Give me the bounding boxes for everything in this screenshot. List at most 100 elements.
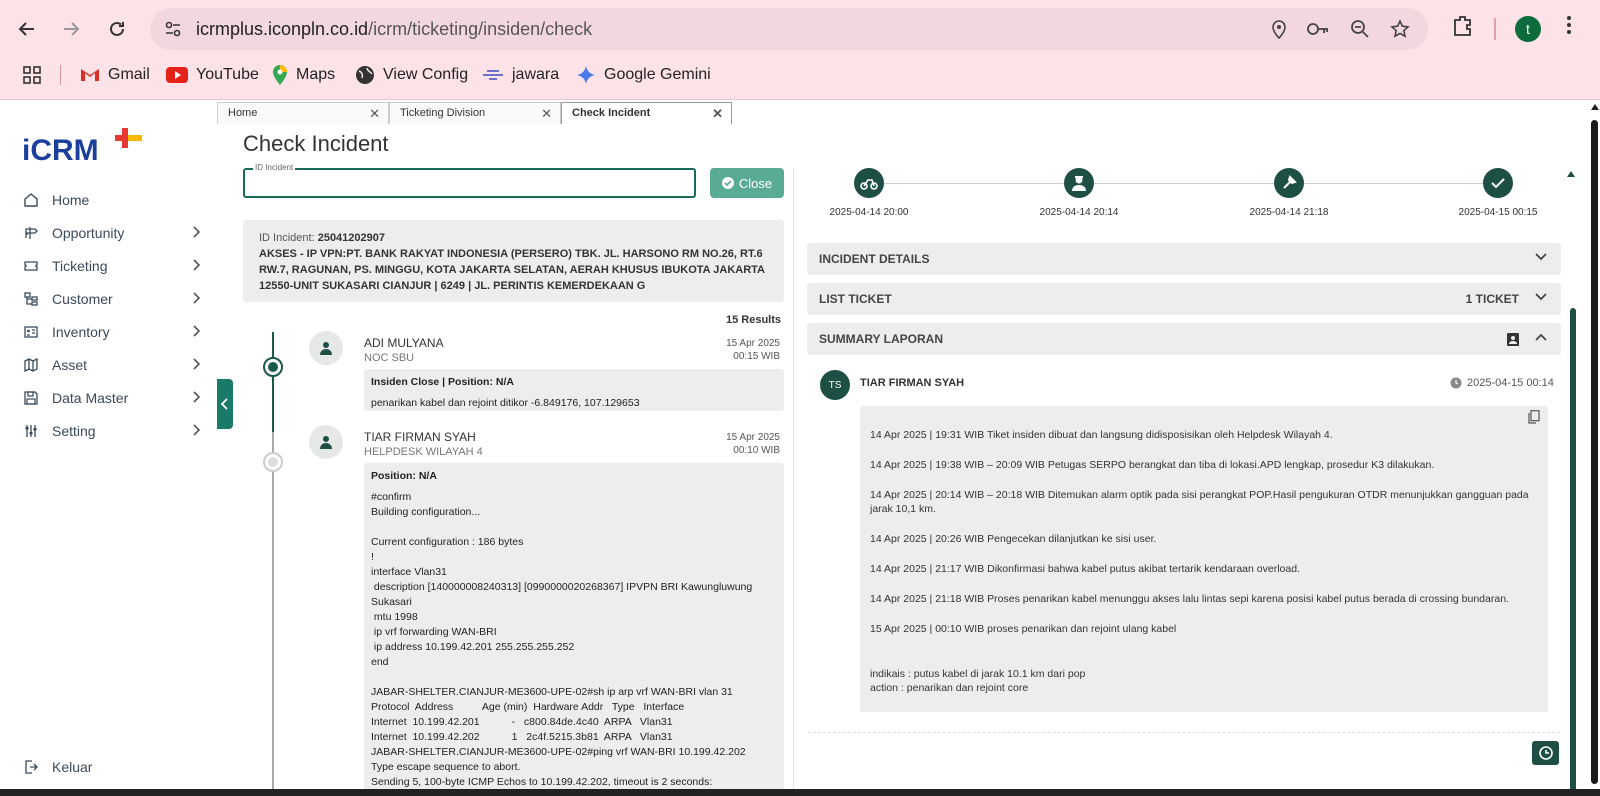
step-arrive xyxy=(1064,168,1094,198)
close-icon[interactable]: ✕ xyxy=(369,106,380,122)
right-pane-scroll-thumb[interactable] xyxy=(1570,308,1576,796)
page-scrollbar[interactable] xyxy=(1589,100,1600,796)
scroll-up-arrow-icon[interactable] xyxy=(1591,104,1599,110)
close-icon[interactable]: ✕ xyxy=(541,106,552,122)
browser-menu-icon[interactable] xyxy=(1566,14,1572,36)
sidebar-item-asset[interactable]: Asset xyxy=(24,354,204,376)
url-text[interactable]: icrmplus.iconpln.co.id/icrm/ticketing/in… xyxy=(196,19,592,40)
copy-icon[interactable] xyxy=(1528,410,1540,424)
address-bar[interactable]: icrmplus.iconpln.co.id/icrm/ticketing/in… xyxy=(150,8,1428,50)
close-icon[interactable]: ✕ xyxy=(712,106,723,122)
bookmark-jawara[interactable]: jawara xyxy=(482,60,559,90)
logout-label: Keluar xyxy=(52,759,93,775)
accordion-summary-laporan[interactable]: SUMMARY LAPORAN xyxy=(807,323,1561,355)
summary-line: 14 Apr 2025 | 21:17 WIB Dikonfirmasi bah… xyxy=(870,563,1300,575)
location-pin-icon[interactable] xyxy=(1270,19,1288,39)
extensions-icon[interactable] xyxy=(1452,14,1474,38)
id-incident-input[interactable] xyxy=(245,170,694,196)
tab-check-incident[interactable]: Check Incident ✕ xyxy=(561,102,732,124)
gmail-icon xyxy=(81,69,99,81)
tab-ticketing-division[interactable]: Ticketing Division ✕ xyxy=(389,102,561,124)
check-icon xyxy=(1491,178,1505,189)
summary-author-avatar: TS xyxy=(820,370,850,400)
sidebar-item-label: Opportunity xyxy=(52,225,125,241)
entry-author-name: ADI MULYANA xyxy=(364,336,444,350)
accordion-incident-details[interactable]: INCIDENT DETAILS xyxy=(807,243,1561,275)
gemini-sparkle-icon xyxy=(577,66,595,84)
chevron-up-icon xyxy=(1535,333,1547,341)
sidebar-item-home[interactable]: Home xyxy=(24,189,204,211)
sidebar-collapse-button[interactable] xyxy=(217,379,233,429)
bookmark-star-icon[interactable] xyxy=(1390,19,1410,39)
tab-home[interactable]: Home ✕ xyxy=(217,102,389,124)
forward-arrow-icon xyxy=(64,22,80,36)
user-avatar xyxy=(309,331,343,365)
id-card-icon xyxy=(24,325,42,339)
refresh-report-button[interactable] xyxy=(1532,741,1559,765)
id-incident-field[interactable]: ID Incident xyxy=(243,163,696,198)
sidebar-item-ticketing[interactable]: Ticketing xyxy=(24,255,204,277)
id-incident-label: ID Incident xyxy=(253,163,296,172)
user-icon xyxy=(320,342,332,355)
home-icon xyxy=(24,193,42,207)
incident-info-card: ID Incident: 25041202907 AKSES - IP VPN:… xyxy=(243,220,784,302)
chevron-right-icon xyxy=(193,391,200,403)
browser-chrome: icrmplus.iconpln.co.id/icrm/ticketing/in… xyxy=(0,0,1600,100)
zoom-icon[interactable] xyxy=(1350,19,1370,39)
user-avatar xyxy=(309,425,343,459)
entry-date: 15 Apr 2025 00:15 WIB xyxy=(680,337,780,363)
sidebar-item-data-master[interactable]: Data Master xyxy=(24,387,204,409)
step-date: 2025-04-14 20:14 xyxy=(1039,207,1119,218)
chevron-down-icon xyxy=(1535,293,1547,301)
url-path: /icrm/ticketing/insiden/check xyxy=(368,19,593,39)
youtube-icon xyxy=(166,67,188,83)
reload-button[interactable] xyxy=(102,14,132,44)
sidebar: iCRM Home Opportunity Ticketing Customer… xyxy=(0,100,216,796)
sidebar-item-setting[interactable]: Setting xyxy=(24,420,204,442)
summary-time-text: 2025-04-15 00:14 xyxy=(1467,377,1554,389)
page-scroll-thumb[interactable] xyxy=(1591,120,1598,784)
close-button[interactable]: Close xyxy=(710,168,784,198)
results-count: 15 Results xyxy=(725,314,781,326)
entry-date-day: 15 Apr 2025 xyxy=(726,338,780,349)
bookmark-label: Gmail xyxy=(108,66,150,83)
bookmark-maps[interactable]: Maps xyxy=(272,60,335,90)
entry-date-day: 15 Apr 2025 xyxy=(726,432,780,443)
summary-report-box: 14 Apr 2025 | 19:31 WIB Tiket insiden di… xyxy=(860,406,1548,712)
signpost-icon xyxy=(24,226,42,240)
profile-avatar[interactable]: t xyxy=(1515,16,1541,42)
bookmark-label: View Config xyxy=(383,66,469,83)
apps-grid-button[interactable] xyxy=(22,60,50,90)
tab-label: Check Incident xyxy=(572,107,651,119)
back-button[interactable] xyxy=(12,14,42,44)
logout-button[interactable]: Keluar xyxy=(24,756,204,778)
url-host: icrmplus.iconpln.co.id xyxy=(196,19,369,39)
sidebar-item-customer[interactable]: Customer xyxy=(24,288,204,310)
svg-text:iCRM: iCRM xyxy=(22,134,99,164)
forward-button[interactable] xyxy=(56,14,86,44)
bookmark-gemini[interactable]: Google Gemini xyxy=(576,60,711,90)
icrm-logo: iCRM xyxy=(22,128,142,164)
chevron-right-icon xyxy=(193,325,200,337)
progress-steps-line xyxy=(869,183,1499,184)
tab-label: Ticketing Division xyxy=(400,107,486,119)
chevron-right-icon xyxy=(193,292,200,304)
report-badge-icon xyxy=(1507,333,1519,346)
maps-icon xyxy=(273,65,287,85)
site-info-icon[interactable] xyxy=(164,20,182,38)
jawara-icon xyxy=(483,70,503,80)
entry-author-name: TIAR FIRMAN SYAH xyxy=(364,430,476,444)
bookmark-gmail[interactable]: Gmail xyxy=(80,60,150,90)
chevron-right-icon xyxy=(193,424,200,436)
password-key-icon[interactable] xyxy=(1306,19,1330,39)
sidebar-item-opportunity[interactable]: Opportunity xyxy=(24,222,204,244)
sidebar-item-inventory[interactable]: Inventory xyxy=(24,321,204,343)
incident-id-label: ID Incident: xyxy=(259,232,315,244)
incident-id-value: 25041202907 xyxy=(317,232,385,244)
chevron-right-icon xyxy=(193,358,200,370)
bookmark-view-config[interactable]: View Config xyxy=(355,60,468,90)
accordion-list-ticket[interactable]: LIST TICKET 1 TICKET xyxy=(807,283,1561,315)
entry-date: 15 Apr 2025 00:10 WIB xyxy=(680,431,780,457)
bookmark-youtube[interactable]: YouTube xyxy=(166,60,259,90)
right-pane-scrollbar[interactable] xyxy=(1569,168,1577,796)
